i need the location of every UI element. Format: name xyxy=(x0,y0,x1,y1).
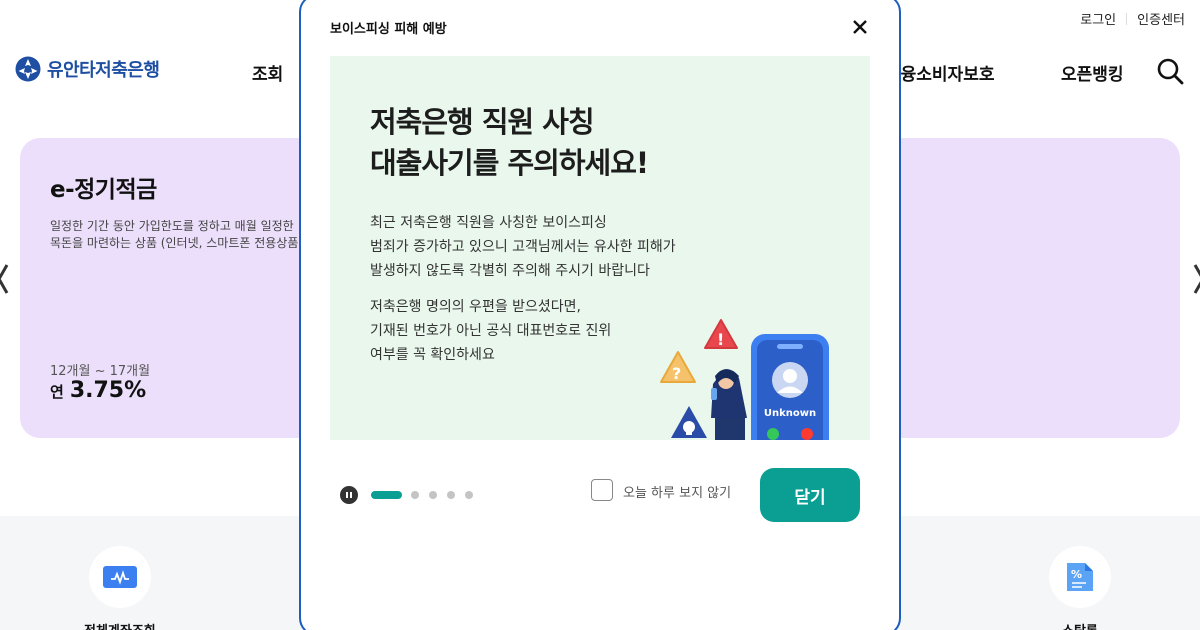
paragraph-line: 기재된 번호가 아닌 공식 대표번호로 진위 xyxy=(370,323,612,339)
chevron-left-icon[interactable] xyxy=(0,262,10,296)
description-line: 목돈을 마련하는 상품 (인터넷, 스마트폰 전용상품 xyxy=(50,236,299,250)
product-term: 12개월 ~ 17개월 xyxy=(50,364,151,379)
close-button[interactable]: 닫기 xyxy=(760,468,860,522)
warning-banner: 저축은행 직원 사칭 대출사기를 주의하세요! 최근 저축은행 직원을 사칭한 … xyxy=(330,56,870,440)
product-card[interactable]: e-정기적금 일정한 기간 동안 가입한도를 정하고 매월 일정한 목돈을 마련… xyxy=(20,138,320,438)
banner-headline: 저축은행 직원 사칭 대출사기를 주의하세요! xyxy=(370,102,649,184)
modal-controls: 오늘 하루 보지 않기 닫기 xyxy=(330,468,870,522)
description-line: 일정한 기간 동안 가입한도를 정하고 매월 일정한 xyxy=(50,219,294,233)
logo[interactable]: 유안타저축은행 xyxy=(15,56,160,82)
svg-text:?: ? xyxy=(672,364,681,383)
divider xyxy=(1126,12,1128,25)
svg-text:!: ! xyxy=(717,330,724,349)
page: 로그인 인증센터 유안타저축은행 조회 금융소비자보호 오픈뱅킹 e-정기적금 … xyxy=(0,0,1200,630)
chevron-right-icon[interactable] xyxy=(1192,262,1200,296)
phishing-illustration: ? ! Unknown xyxy=(660,319,829,440)
slide-dot-3[interactable] xyxy=(429,491,437,499)
banner-paragraph-1: 최근 저축은행 직원을 사칭한 보이스피싱 범죄가 증가하고 있으니 고객님께서… xyxy=(370,211,676,283)
quick-menu-account-label: 전체계좌조회 xyxy=(84,620,156,630)
svg-text:%: % xyxy=(1071,568,1082,581)
quick-menu-account[interactable] xyxy=(89,546,151,608)
paragraph-line: 발생하지 않도록 각별히 주의해 주시기 바랍니다 xyxy=(370,263,650,279)
logo-mark-icon xyxy=(15,56,41,82)
phone-illustration: Unknown xyxy=(751,334,829,440)
dont-show-today-label[interactable]: 오늘 하루 보지 않기 xyxy=(623,482,731,501)
product-description: 일정한 기간 동안 가입한도를 정하고 매월 일정한 목돈을 마련하는 상품 (… xyxy=(50,218,299,252)
account-icon xyxy=(103,566,137,588)
quick-menu-stock-loan[interactable]: % xyxy=(1049,546,1111,608)
product-card-next[interactable] xyxy=(880,138,1180,438)
paragraph-line: 여부를 꼭 확인하세요 xyxy=(370,347,495,363)
product-rate: 연 3.75% xyxy=(50,378,146,403)
search-icon[interactable] xyxy=(1156,57,1184,85)
nav-consumer-protection[interactable]: 금융소비자보호 xyxy=(885,60,994,85)
skull-icon xyxy=(671,406,707,438)
slide-dot-5[interactable] xyxy=(465,491,473,499)
modal-title: 보이스피싱 피해 예방 xyxy=(330,22,447,37)
rate-value: 3.75% xyxy=(69,378,147,403)
product-title: e-정기적금 xyxy=(50,177,157,203)
logo-text: 유안타저축은행 xyxy=(47,60,160,81)
pause-icon[interactable] xyxy=(340,486,358,504)
voice-phishing-modal: 보이스피싱 피해 예방 저축은행 직원 사칭 대출사기를 주의하세요! 최근 저… xyxy=(299,0,901,630)
hacker-figure xyxy=(711,369,747,440)
headline-line: 대출사기를 주의하세요! xyxy=(370,146,649,180)
warning-icon: ! xyxy=(704,319,738,349)
dont-show-today-checkbox[interactable] xyxy=(591,479,613,501)
quick-menu-stock-loan-label: 스탁론 xyxy=(1062,620,1098,630)
slide-dot-1[interactable] xyxy=(371,491,402,499)
stock-loan-icon: % xyxy=(1067,563,1093,591)
slide-dot-2[interactable] xyxy=(411,491,419,499)
rate-prefix: 연 xyxy=(50,383,64,401)
close-icon[interactable] xyxy=(851,18,869,36)
paragraph-line: 저축은행 명의의 우편을 받으셨다면, xyxy=(370,299,581,315)
login-link[interactable]: 로그인 xyxy=(1080,9,1116,28)
paragraph-line: 범죄가 증가하고 있으니 고객님께서는 유사한 피해가 xyxy=(370,239,676,255)
headline-line: 저축은행 직원 사칭 xyxy=(370,105,595,139)
certificate-center-link[interactable]: 인증센터 xyxy=(1137,9,1185,28)
question-icon: ? xyxy=(660,351,696,383)
paragraph-line: 최근 저축은행 직원을 사칭한 보이스피싱 xyxy=(370,215,607,231)
nav-inquiry[interactable]: 조회 xyxy=(252,60,283,85)
banner-paragraph-2: 저축은행 명의의 우편을 받으셨다면, 기재된 번호가 아닌 공식 대표번호로 … xyxy=(370,295,611,367)
slide-dot-4[interactable] xyxy=(447,491,455,499)
utility-links: 로그인 인증센터 xyxy=(1080,9,1185,28)
phone-caller-label: Unknown xyxy=(764,408,816,419)
nav-open-banking[interactable]: 오픈뱅킹 xyxy=(1061,60,1124,85)
